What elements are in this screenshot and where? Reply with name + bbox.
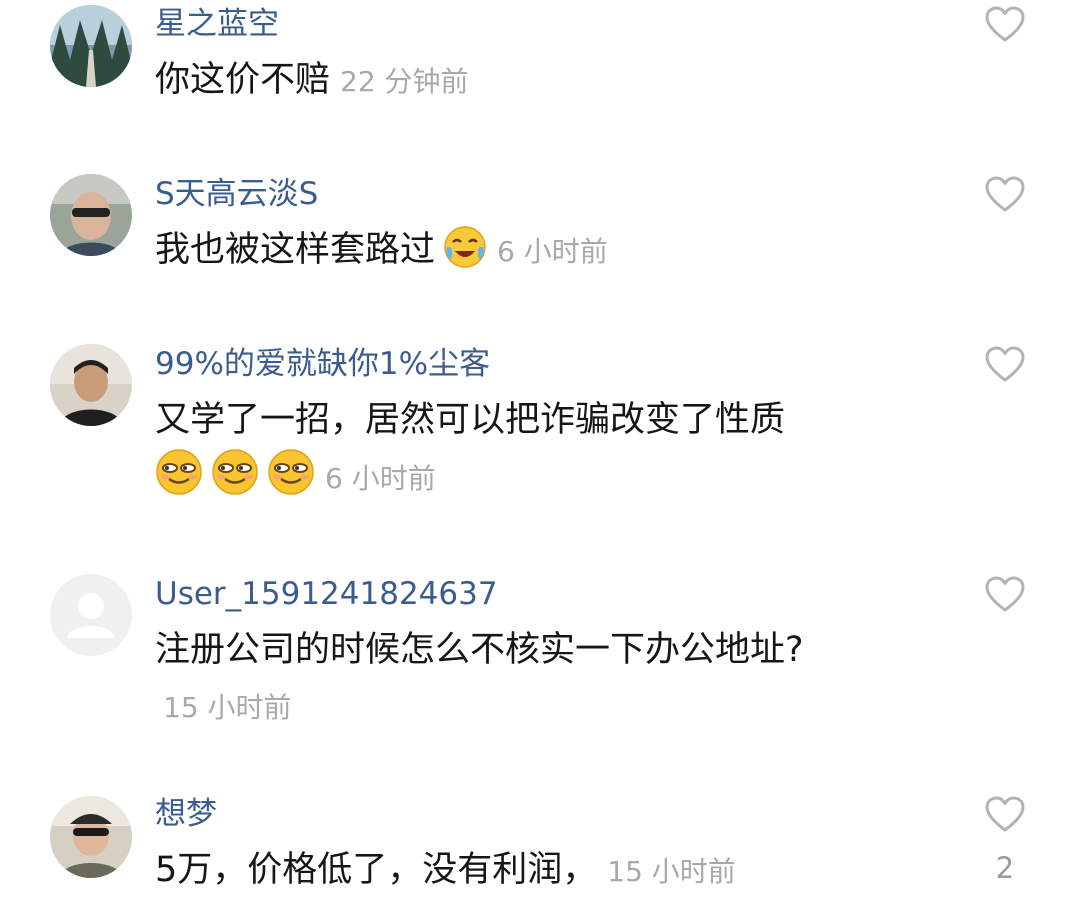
heart-outline-icon[interactable] [985,796,1025,834]
comment-text: 我也被这样套路过 [155,230,436,270]
comment-time: 15 小时前 [607,855,736,888]
avatar[interactable] [50,796,132,878]
comment-body: 5万，价格低了，没有利润， 15 小时前 [155,842,910,900]
heart-outline-icon[interactable] [985,176,1025,214]
comment-body: 我也被这样套路过 6 小时前 [155,222,910,280]
heart-outline-icon[interactable] [985,576,1025,614]
avatar[interactable] [50,574,132,656]
comment-body: 注册公司的时候怎么不核实一下办公地址? 15 小时前 [155,622,910,736]
comment-time: 22 分钟前 [340,65,469,98]
avatar[interactable] [50,174,132,256]
comment-username[interactable]: 99%的爱就缺你1%尘客 [155,344,490,384]
comment-time: 6 小时前 [497,235,608,268]
comment-text: 5万，价格低了，没有利润， [155,850,598,890]
smirk-emoji [212,449,258,495]
comment-username[interactable]: 星之蓝空 [155,4,279,44]
avatar[interactable] [50,344,132,426]
like-count: 2 [995,851,1015,885]
comment-text: 你这价不赔 [155,60,331,100]
comment-body: 又学了一招，居然可以把诈骗改变了性质 6 小时前 [155,392,910,507]
comment-text: 又学了一招，居然可以把诈骗改变了性质 [155,400,786,440]
comment-username[interactable]: S天高云淡S [155,174,318,214]
comment-text: 注册公司的时候怎么不核实一下办公地址? [155,630,804,670]
comment-time: 6 小时前 [325,462,436,495]
smirk-emoji [156,449,202,495]
smirk-emoji [268,449,314,495]
heart-outline-icon[interactable] [985,346,1025,384]
heart-outline-icon[interactable] [985,6,1025,44]
comment-time: 15 小时前 [163,691,292,724]
crying-laughing-emoji [444,226,486,268]
comment-username[interactable]: User_1591241824637 [155,574,498,614]
comment-body: 你这价不赔 22 分钟前 [155,52,910,110]
comment-username[interactable]: 想梦 [155,794,217,834]
avatar[interactable] [50,5,132,87]
